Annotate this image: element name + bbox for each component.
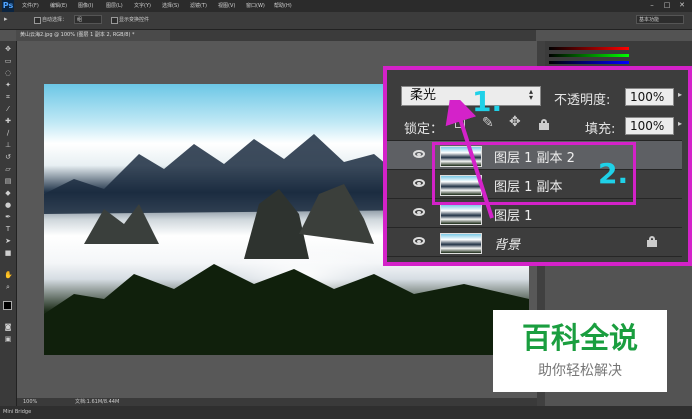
- menu-help[interactable]: 帮助(H): [274, 1, 292, 11]
- clone-stamp-icon[interactable]: ⊥: [4, 141, 12, 149]
- lock-label: 锁定：: [404, 122, 444, 137]
- hand-icon[interactable]: ✋: [4, 271, 13, 279]
- annotation-arrow: [445, 100, 494, 219]
- layer-row[interactable]: 背景: [387, 228, 682, 257]
- fill-label: 填充:: [585, 122, 616, 137]
- gradient-icon[interactable]: ▤: [4, 177, 12, 185]
- move-icon[interactable]: ✥: [4, 45, 12, 53]
- auto-select-label: 自动选择：: [42, 17, 68, 23]
- layer-thumbnail: [440, 233, 482, 254]
- lasso-icon[interactable]: ◌: [4, 69, 12, 77]
- quick-select-icon[interactable]: ✦: [4, 81, 12, 89]
- menu-bar: Ps 文件(F) 编辑(E) 图像(I) 图层(L) 文字(Y) 选择(S) 滤…: [0, 0, 692, 12]
- menu-filter[interactable]: 滤镜(T): [190, 1, 207, 11]
- opacity-label: 不透明度:: [554, 93, 611, 108]
- menu-edit[interactable]: 编辑(E): [50, 1, 67, 11]
- lock-all-icon[interactable]: [539, 119, 549, 130]
- status-bar: 100% 文档:1.61M/8.44M: [17, 398, 537, 406]
- eye-icon[interactable]: [413, 208, 425, 216]
- eyedropper-icon[interactable]: ⁄: [4, 105, 12, 113]
- zoom-level[interactable]: 100%: [23, 398, 37, 406]
- minimize-icon[interactable]: –: [646, 1, 658, 10]
- watermark: 百科全说 助你轻松解决: [493, 310, 667, 392]
- close-icon[interactable]: ✕: [676, 1, 688, 10]
- shape-icon[interactable]: ■: [4, 249, 12, 257]
- menu-type[interactable]: 文字(Y): [134, 1, 151, 11]
- photoshop-logo: Ps: [2, 0, 14, 12]
- blend-mode-arrows-icon: ▴ ▾: [529, 87, 534, 102]
- eye-icon[interactable]: [413, 179, 425, 187]
- auto-select-dropdown[interactable]: 组: [74, 15, 102, 24]
- menu-layer[interactable]: 图层(L): [106, 1, 123, 11]
- options-bar: ▸ 自动选择： 组 显示变换控件 基本功能: [0, 12, 692, 30]
- workspace-switcher[interactable]: 基本功能: [636, 15, 684, 24]
- mini-bridge-bar: Mini Bridge: [0, 406, 692, 419]
- quick-mask-icon[interactable]: ◙: [4, 323, 12, 331]
- annotation-step-2: 2.: [598, 157, 629, 190]
- path-select-icon[interactable]: ➤: [4, 237, 12, 245]
- mini-bridge-tab[interactable]: Mini Bridge: [3, 406, 31, 419]
- crop-icon[interactable]: ⌗: [4, 93, 12, 101]
- opacity-arrow-icon[interactable]: ▸: [678, 90, 682, 99]
- watermark-title: 百科全说: [521, 321, 638, 355]
- eye-icon[interactable]: [413, 150, 425, 158]
- layer-name: 背景: [494, 238, 521, 253]
- type-icon[interactable]: T: [4, 225, 12, 233]
- maximize-icon[interactable]: □: [661, 1, 673, 10]
- healing-brush-icon[interactable]: ✚: [4, 117, 12, 125]
- show-transform-checkbox[interactable]: [111, 17, 118, 24]
- marquee-icon[interactable]: ▭: [4, 57, 12, 65]
- brush-icon[interactable]: ∕: [4, 129, 12, 137]
- watermark-subtitle: 助你轻松解决: [538, 363, 622, 379]
- dodge-icon[interactable]: ●: [4, 201, 12, 209]
- layer-lock-icon: [647, 236, 657, 247]
- document-tab[interactable]: 黄山云海2.jpg @ 100% (图层 1 副本 2, RGB/8) *: [16, 30, 170, 41]
- zoom-icon[interactable]: ⌕: [4, 283, 12, 291]
- menu-window[interactable]: 窗口(W): [246, 1, 265, 11]
- fill-input[interactable]: 100%: [625, 117, 674, 135]
- opacity-input[interactable]: 100%: [625, 88, 674, 106]
- menu-select[interactable]: 选择(S): [162, 1, 179, 11]
- pen-icon[interactable]: ✒: [4, 213, 12, 221]
- show-transform-label: 显示变换控件: [119, 17, 150, 23]
- history-brush-icon[interactable]: ↺: [4, 153, 12, 161]
- eye-icon[interactable]: [413, 237, 425, 245]
- document-info[interactable]: 文档:1.61M/8.44M: [75, 398, 119, 406]
- auto-select-checkbox[interactable]: [34, 17, 41, 24]
- fill-arrow-icon[interactable]: ▸: [678, 119, 682, 128]
- menu-view[interactable]: 视图(V): [218, 1, 235, 11]
- tools-panel: ✥ ▭ ◌ ✦ ⌗ ⁄ ✚ ∕ ⊥ ↺ ▱ ▤ ◆ ● ✒ T ➤ ■ ✋ ⌕ …: [0, 41, 17, 411]
- menu-file[interactable]: 文件(F): [22, 1, 39, 11]
- foreground-color-swatch[interactable]: [3, 301, 12, 310]
- move-tool-icon[interactable]: ▸: [4, 15, 8, 23]
- blur-icon[interactable]: ◆: [4, 189, 12, 197]
- screen-mode-icon[interactable]: ▣: [4, 335, 12, 343]
- eraser-icon[interactable]: ▱: [4, 165, 12, 173]
- menu-image[interactable]: 图像(I): [78, 1, 93, 11]
- lock-position-icon[interactable]: ✥: [509, 114, 521, 130]
